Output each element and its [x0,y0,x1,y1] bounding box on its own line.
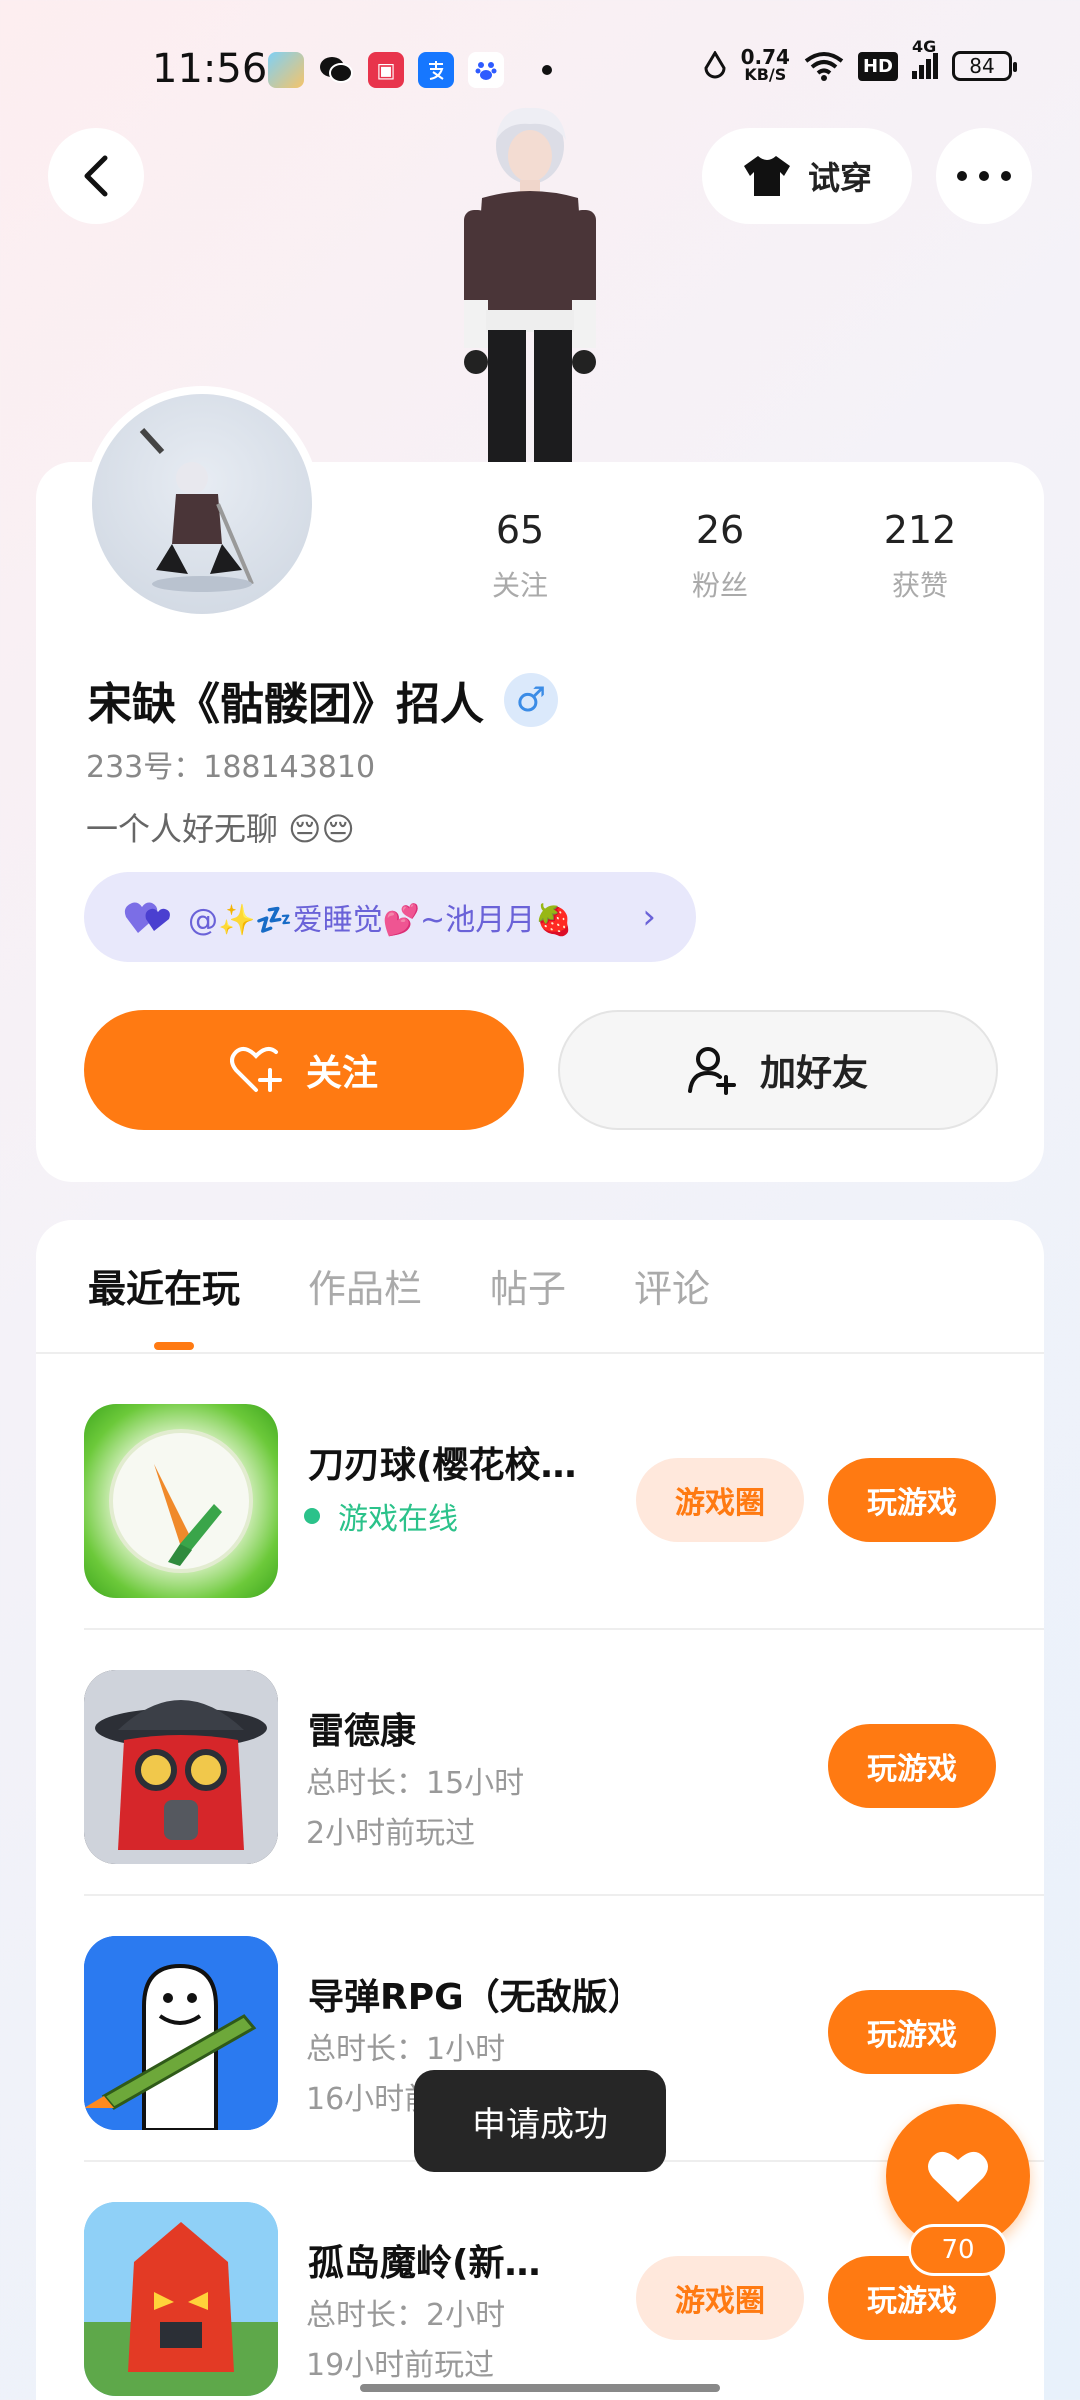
notification-icons: ▣ [268,52,552,88]
add-friend-button[interactable]: 加好友 [558,1010,998,1130]
following-count: 65 [495,508,545,552]
stat-fans[interactable]: 26 粉丝 [620,508,820,604]
battery-icon: 84 [952,51,1017,81]
game-app-icon [268,52,304,88]
double-heart-icon [124,902,170,933]
likes-count: 212 [883,508,957,552]
relation-pill[interactable]: @✨💤爱睡觉💕~池月月🍓 › [84,872,696,962]
follow-label: 关注 [305,1053,378,1094]
try-on-button[interactable]: 试穿 [702,128,912,224]
chevron-left-icon [84,155,108,197]
play-game-button[interactable]: 玩游戏 [828,1724,996,1808]
heart-plus-icon [229,1047,282,1092]
last-played: 19小时前玩过 [306,2348,495,2383]
heart-icon [928,2151,988,2202]
fans-label: 粉丝 [691,569,748,602]
gender-male-icon: ♂ [504,673,558,727]
bio: 一个人好无聊 😔😔 [86,810,355,848]
profile-tabs: 最近在玩 作品栏 帖子 评论 [88,1258,710,1313]
alipay-icon [418,52,454,88]
relation-text: @✨💤爱睡觉💕~池月月🍓 [188,903,573,938]
more-options-button[interactable] [936,128,1032,224]
tab-comments[interactable]: 评论 [634,1258,710,1313]
game-title: 刀刃球(樱花校… [308,1445,577,1486]
game-row[interactable]: 雷德康 总时长：15小时 2小时前玩过 玩游戏 [36,1630,1044,1896]
game-title: 导弹RPG（无敌版） [308,1977,618,2018]
avatar-image [139,427,254,592]
username-row: 宋缺《骷髅团》招人 ♂ [88,668,558,732]
online-status-text: 游戏在线 [338,1502,458,1537]
toast-message: 申请成功 [414,2070,666,2172]
chevron-right-icon: › [642,897,656,937]
game-circle-button[interactable]: 游戏圈 [636,1458,804,1542]
add-friend-label: 加好友 [759,1053,868,1094]
net-speed: 0.74 KB/S [740,45,790,84]
play-game-button[interactable]: 玩游戏 [828,1990,996,2074]
profile-stats: 65 关注 26 粉丝 212 获赞 [420,508,1020,604]
tab-works[interactable]: 作品栏 [308,1258,422,1313]
following-label: 关注 [491,569,548,602]
tab-recently-played[interactable]: 最近在玩 [88,1258,240,1313]
net-speed-unit: KB/S [744,65,787,84]
game-row[interactable]: 刀刃球(樱花校… 游戏在线 游戏圈 玩游戏 [36,1364,1044,1630]
add-user-icon [687,1047,736,1095]
game-title: 雷德康 [308,1711,417,1752]
back-button[interactable] [48,128,144,224]
wechat-icon [318,52,354,88]
baidu-icon [468,52,504,88]
fans-count: 26 [695,508,745,552]
battery-level: 84 [969,54,995,78]
more-dots-icon [957,171,1011,181]
likes-label: 获赞 [891,569,948,602]
username: 宋缺《骷髅团》招人 [88,679,484,730]
game-circle-button[interactable]: 游戏圈 [636,2256,804,2340]
play-duration: 总时长：1小时 [306,2032,506,2067]
cellular-signal-icon: 4G [912,37,938,79]
home-indicator[interactable] [360,2384,720,2392]
last-played: 2小时前玩过 [306,1816,476,1851]
try-on-label: 试穿 [807,159,872,197]
tv-app-icon: ▣ [368,52,404,88]
tab-divider [36,1352,1044,1354]
data-saver-icon [704,51,726,79]
status-time: 11:56 [152,46,268,92]
wifi-icon [804,52,844,81]
system-status: 0.74 KB/S HD 4G 84 [703,37,1017,84]
tshirt-icon [743,156,790,196]
stat-following[interactable]: 65 关注 [420,508,620,604]
more-notifications-dot [542,65,552,75]
game-icon [84,1670,278,1864]
tab-posts[interactable]: 帖子 [490,1258,566,1313]
like-count: 70 [908,2224,1008,2276]
play-duration: 总时长：15小时 [306,1766,525,1801]
character-model[interactable] [430,100,630,464]
user-id[interactable]: 233号：188143810 [86,742,375,786]
game-icon [84,1936,278,2130]
play-game-button[interactable]: 玩游戏 [828,1458,996,1542]
network-type: 4G [912,37,937,56]
online-dot [304,1508,320,1524]
stat-likes[interactable]: 212 获赞 [820,508,1020,604]
play-duration: 总时长：2小时 [306,2298,506,2333]
hd-badge: HD [857,51,898,81]
game-title: 孤岛魔岭(新… [308,2243,541,2284]
game-icon [84,1404,278,1598]
online-status: 游戏在线 [304,1494,458,1538]
net-speed-value: 0.74 [740,45,790,69]
game-icon [84,2202,278,2396]
avatar[interactable] [84,386,320,622]
follow-button[interactable]: 关注 [84,1010,524,1130]
active-tab-indicator [154,1342,194,1350]
